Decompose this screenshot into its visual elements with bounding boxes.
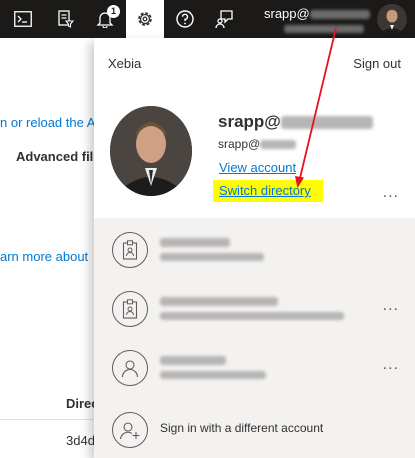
notifications-button[interactable]: 1 (86, 0, 124, 38)
reload-text: n or reload the A: (0, 115, 100, 130)
redacted-domain (260, 140, 297, 150)
profile-photo (110, 106, 192, 196)
learn-more-link[interactable]: arn more about (0, 249, 88, 264)
settings-icon (138, 12, 152, 26)
sign-out-link[interactable]: Sign out (353, 56, 401, 71)
person-icon (112, 350, 148, 386)
view-account-link[interactable]: View account (219, 160, 296, 175)
portal-top-bar: 1 srapp@ (0, 0, 415, 38)
account-name: srapp@ (218, 112, 373, 132)
directory-filter-icon (58, 10, 74, 28)
help-icon (176, 10, 194, 28)
badge-icon (112, 291, 148, 327)
help-button[interactable] (166, 0, 204, 38)
account-panel: Xebia Sign out srapp@ srapp@ View accoun… (94, 38, 415, 458)
redacted-account-email (160, 371, 266, 379)
cloud-shell-icon (14, 11, 32, 27)
add-person-icon (112, 412, 148, 448)
cloud-shell-button[interactable] (4, 0, 42, 38)
tenant-name: Xebia (108, 56, 142, 71)
more-options-button[interactable]: ... (383, 184, 399, 202)
feedback-button[interactable] (206, 0, 244, 38)
avatar[interactable] (377, 4, 407, 34)
directory-filter-button[interactable] (46, 0, 84, 38)
user-photo-icon (377, 4, 407, 34)
other-account-row[interactable] (94, 222, 415, 278)
notification-count-badge: 1 (107, 5, 120, 18)
account-more-options-button[interactable]: ... (383, 297, 399, 315)
advanced-filters-label: Advanced fil (16, 149, 94, 164)
topbar-user-name: srapp@ (264, 6, 370, 21)
other-account-row[interactable]: ... (94, 281, 415, 337)
sign-in-different-account-button[interactable]: Sign in with a different account (94, 402, 415, 458)
switch-directory-link[interactable]: Switch directory (219, 183, 311, 198)
other-account-row[interactable]: ... (94, 340, 415, 396)
redacted-account-name (160, 297, 278, 306)
profile-photo-icon (110, 106, 192, 196)
account-more-options-button[interactable]: ... (383, 356, 399, 374)
background-page: n or reload the A: Advanced fil arn more… (0, 38, 99, 458)
account-email: srapp@ (218, 137, 297, 151)
table-divider (0, 419, 95, 420)
redacted-account-name (160, 238, 230, 247)
redacted-domain (309, 10, 370, 20)
sign-in-different-account-label: Sign in with a different account (160, 421, 324, 435)
feedback-icon (215, 10, 233, 29)
redacted-account-email (160, 253, 264, 261)
redacted-directory (284, 25, 364, 33)
table-cell: 3d4d (66, 433, 95, 448)
account-menu-button[interactable]: srapp@ (262, 4, 374, 36)
redacted-account-email (160, 312, 344, 320)
settings-button[interactable] (126, 0, 164, 38)
badge-icon (112, 232, 148, 268)
redacted-account-name (160, 356, 226, 365)
redacted-domain (280, 116, 373, 130)
